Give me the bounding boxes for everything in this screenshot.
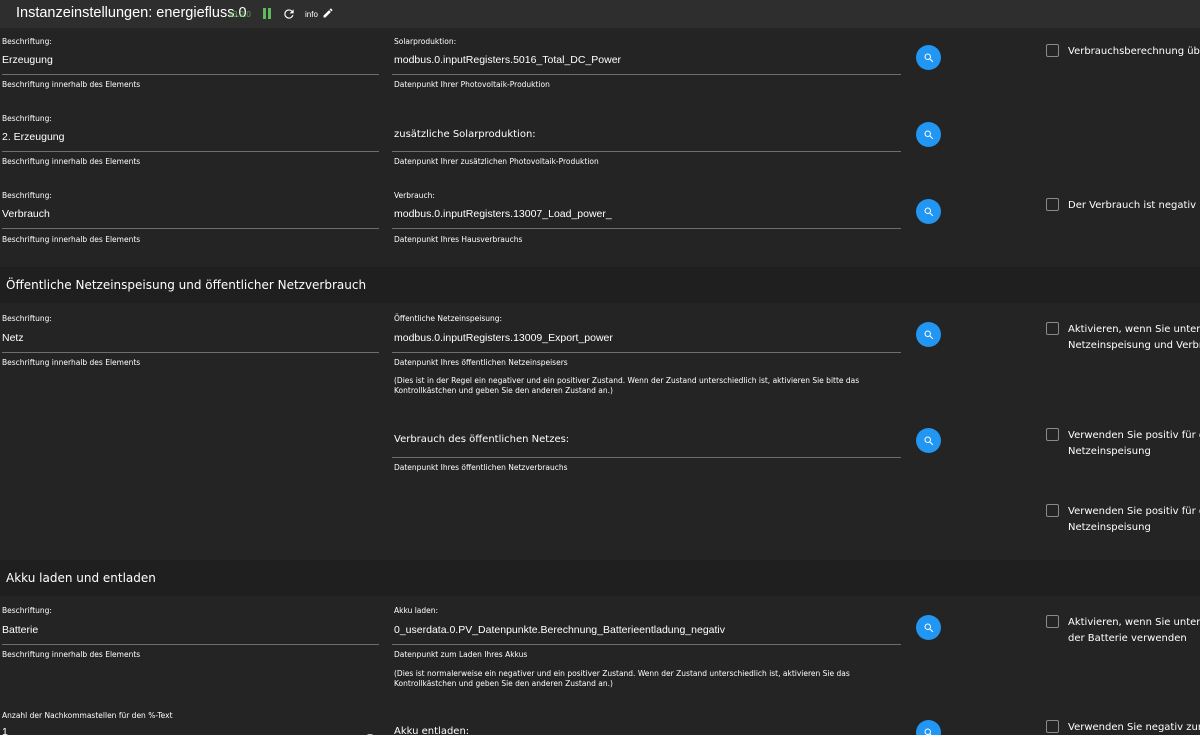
checkbox-consumption-negative[interactable] (1046, 198, 1059, 211)
grid-feed-input[interactable]: modbus.0.inputRegisters.13009_Export_pow… (394, 332, 613, 344)
caption-helper: Beschriftung innerhalb des Elements (2, 650, 141, 659)
battery-charge-label: Akku laden: (394, 606, 439, 615)
caption-label: Beschriftung: (2, 191, 52, 200)
caption-helper: Beschriftung innerhalb des Elements (2, 235, 141, 244)
search-button[interactable] (916, 720, 941, 735)
search-button[interactable] (916, 122, 941, 147)
solar-production-helper: Datenpunkt Ihrer Photovoltaik-Produktion (394, 80, 550, 89)
input-underline (392, 457, 901, 458)
caption-label: Beschriftung: (2, 114, 52, 123)
grid-feed-label: Öffentliche Netzeinspeisung: (394, 314, 503, 323)
caption-input-production2[interactable]: 2. Erzeugung (2, 131, 64, 143)
caption-input-production[interactable]: Erzeugung (2, 54, 53, 66)
edit-icon[interactable] (322, 7, 334, 19)
input-underline (392, 228, 901, 229)
checkbox-label: der Batterie verwenden (1068, 633, 1187, 644)
page-title: Instanzeinstellungen: energiefluss.0 (16, 5, 247, 21)
search-icon (924, 207, 933, 216)
reload-icon[interactable] (282, 7, 296, 21)
section-title-battery: Akku laden und entladen (6, 571, 156, 585)
battery-charge-input[interactable]: 0_userdata.0.PV_Datenpunkte.Berechnung_B… (394, 624, 725, 636)
app-header: Instanzeinstellungen: energiefluss.0 v3.… (0, 0, 1200, 29)
pause-icon[interactable] (263, 8, 271, 19)
search-button[interactable] (916, 322, 941, 347)
search-icon (924, 436, 933, 445)
checkbox-label: Netzeinspeisung und Verbr (1068, 340, 1200, 351)
checkbox-grid-positive-1[interactable] (1046, 428, 1059, 441)
consumption-helper: Datenpunkt Ihres Hausverbrauchs (394, 235, 523, 244)
caption-helper: Beschriftung innerhalb des Elements (2, 80, 141, 89)
checkbox-battery-different-states[interactable] (1046, 615, 1059, 628)
input-underline (2, 228, 379, 229)
battery-discharge-input[interactable]: Akku entladen: (394, 726, 469, 735)
grid-consumption-helper: Datenpunkt Ihres öffentlichen Netzverbra… (394, 463, 568, 472)
search-button[interactable] (916, 45, 941, 70)
input-underline (392, 151, 901, 152)
caption-helper: Beschriftung innerhalb des Elements (2, 157, 141, 166)
battery-charge-note: (Dies ist normalerweise ein negativer un… (394, 669, 850, 688)
input-underline (2, 74, 379, 75)
search-icon (924, 728, 932, 735)
checkbox-label: Verwenden Sie positiv für d (1068, 506, 1200, 517)
checkbox-grid-different-states[interactable] (1046, 322, 1059, 335)
solar-production-label: Solarproduktion: (394, 37, 457, 46)
input-underline (392, 644, 901, 645)
grid-feed-note: (Dies ist in der Regel ein negativer und… (394, 376, 860, 395)
input-underline (392, 74, 901, 75)
checkbox-label: Verwenden Sie positiv für d (1068, 430, 1200, 441)
checkbox-grid-positive-2[interactable] (1046, 504, 1059, 517)
info-link[interactable]: info (305, 10, 318, 19)
search-icon (924, 130, 933, 139)
checkbox-label: Netzeinspeisung (1068, 522, 1151, 533)
consumption-input[interactable]: modbus.0.inputRegisters.13007_Load_power… (394, 208, 612, 220)
caption-label: Beschriftung: (2, 314, 52, 323)
checkbox-battery-negative[interactable] (1046, 720, 1059, 733)
caption-helper: Beschriftung innerhalb des Elements (2, 358, 141, 367)
caption-label: Beschriftung: (2, 37, 52, 46)
checkbox-label: Der Verbrauch ist negativ (1068, 200, 1197, 211)
input-underline (2, 352, 379, 353)
input-underline (2, 151, 379, 152)
search-button[interactable] (916, 615, 941, 640)
section-header-battery (0, 560, 1200, 596)
decimals-select[interactable]: 1 (2, 726, 8, 735)
section-title-grid: Öffentliche Netzeinspeisung und öffentli… (6, 278, 367, 292)
caption-label: Beschriftung: (2, 606, 52, 615)
battery-charge-helper: Datenpunkt zum Laden Ihres Akkus (394, 650, 528, 659)
search-icon (924, 623, 933, 632)
additional-solar-input[interactable]: zusätzliche Solarproduktion: (394, 129, 536, 140)
search-icon (924, 330, 933, 339)
additional-solar-helper: Datenpunkt Ihrer zusätzlichen Photovolta… (394, 157, 599, 166)
search-button[interactable] (916, 428, 941, 453)
input-underline (2, 644, 379, 645)
caption-input-grid[interactable]: Netz (2, 332, 24, 344)
caption-input-battery[interactable]: Batterie (2, 624, 38, 636)
solar-production-input[interactable]: modbus.0.inputRegisters.5016_Total_DC_Po… (394, 54, 621, 66)
grid-consumption-input[interactable]: Verbrauch des öffentlichen Netzes: (394, 434, 569, 445)
caption-input-consumption[interactable]: Verbrauch (2, 208, 50, 220)
settings-content: Beschriftung: Erzeugung Beschriftung inn… (0, 29, 1200, 735)
checkbox-label: Netzeinspeisung (1068, 446, 1151, 457)
checkbox-consumption-calc[interactable] (1046, 44, 1059, 57)
search-button[interactable] (916, 199, 941, 224)
checkbox-label: Aktivieren, wenn Sie unters (1068, 617, 1200, 628)
checkbox-label: Aktivieren, wenn Sie unters (1068, 324, 1200, 335)
grid-feed-helper: Datenpunkt Ihres öffentlichen Netzeinspe… (394, 358, 568, 367)
checkbox-label: Verbrauchsberechnung übe (1068, 46, 1200, 57)
decimals-label: Anzahl der Nachkommastellen für den %-Te… (2, 711, 173, 720)
consumption-label: Verbrauch: (394, 191, 435, 200)
input-underline (392, 352, 901, 353)
checkbox-label: Verwenden Sie negativ zum (1068, 722, 1200, 733)
version-badge: v3.2.0 (229, 10, 251, 19)
search-icon (924, 53, 933, 62)
